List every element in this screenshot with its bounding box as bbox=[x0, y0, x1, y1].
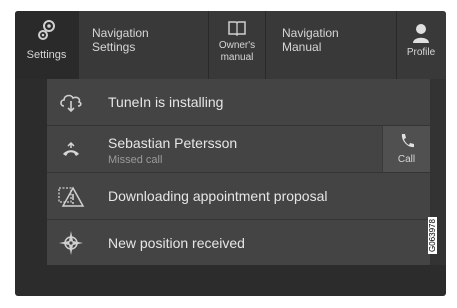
settings-button[interactable]: Settings bbox=[15, 11, 78, 79]
missed-call-icon bbox=[57, 135, 85, 163]
navigation-manual-button[interactable]: Navigation Manual bbox=[266, 11, 396, 79]
top-bar: Settings Navigation Settings Owner's man… bbox=[15, 11, 446, 79]
cloud-download-icon bbox=[57, 88, 85, 116]
missed-call-label: Missed call bbox=[108, 154, 163, 166]
notification-title: Downloading appointment proposal bbox=[108, 188, 328, 204]
call-label: Call bbox=[397, 154, 416, 165]
navigation-manual-label: Navigation Manual bbox=[282, 26, 339, 54]
notification-item[interactable]: Sebastian Petersson Missed call Call bbox=[47, 126, 430, 173]
profile-label: Profile bbox=[406, 47, 436, 58]
navigation-settings-button[interactable]: Navigation Settings bbox=[78, 11, 208, 79]
notification-list: TuneIn is installing Sebastian Petersson… bbox=[47, 79, 430, 265]
gear-icon bbox=[36, 19, 58, 48]
caller-name: Sebastian Petersson bbox=[108, 135, 238, 151]
owners-manual-label: Owner's manual bbox=[218, 40, 256, 63]
owners-manual-button[interactable]: Owner's manual bbox=[209, 11, 265, 79]
notification-title: TuneIn is installing bbox=[108, 94, 224, 110]
compass-position-icon bbox=[57, 229, 85, 257]
warning-download-icon bbox=[57, 182, 85, 210]
navigation-settings-label: Navigation Settings bbox=[92, 26, 149, 54]
book-icon bbox=[228, 20, 246, 41]
notification-item[interactable]: New position received bbox=[47, 220, 430, 266]
notification-title: New position received bbox=[108, 235, 245, 251]
settings-label: Settings bbox=[26, 49, 67, 61]
person-icon bbox=[412, 23, 430, 48]
profile-button[interactable]: Profile bbox=[396, 11, 446, 79]
center-display: Settings Navigation Settings Owner's man… bbox=[15, 11, 446, 296]
notification-item[interactable]: TuneIn is installing bbox=[47, 79, 430, 126]
call-button[interactable]: Call bbox=[382, 126, 430, 172]
figure-code: G063978 bbox=[428, 217, 437, 254]
notification-item[interactable]: Downloading appointment proposal bbox=[47, 173, 430, 220]
phone-icon bbox=[399, 133, 415, 149]
